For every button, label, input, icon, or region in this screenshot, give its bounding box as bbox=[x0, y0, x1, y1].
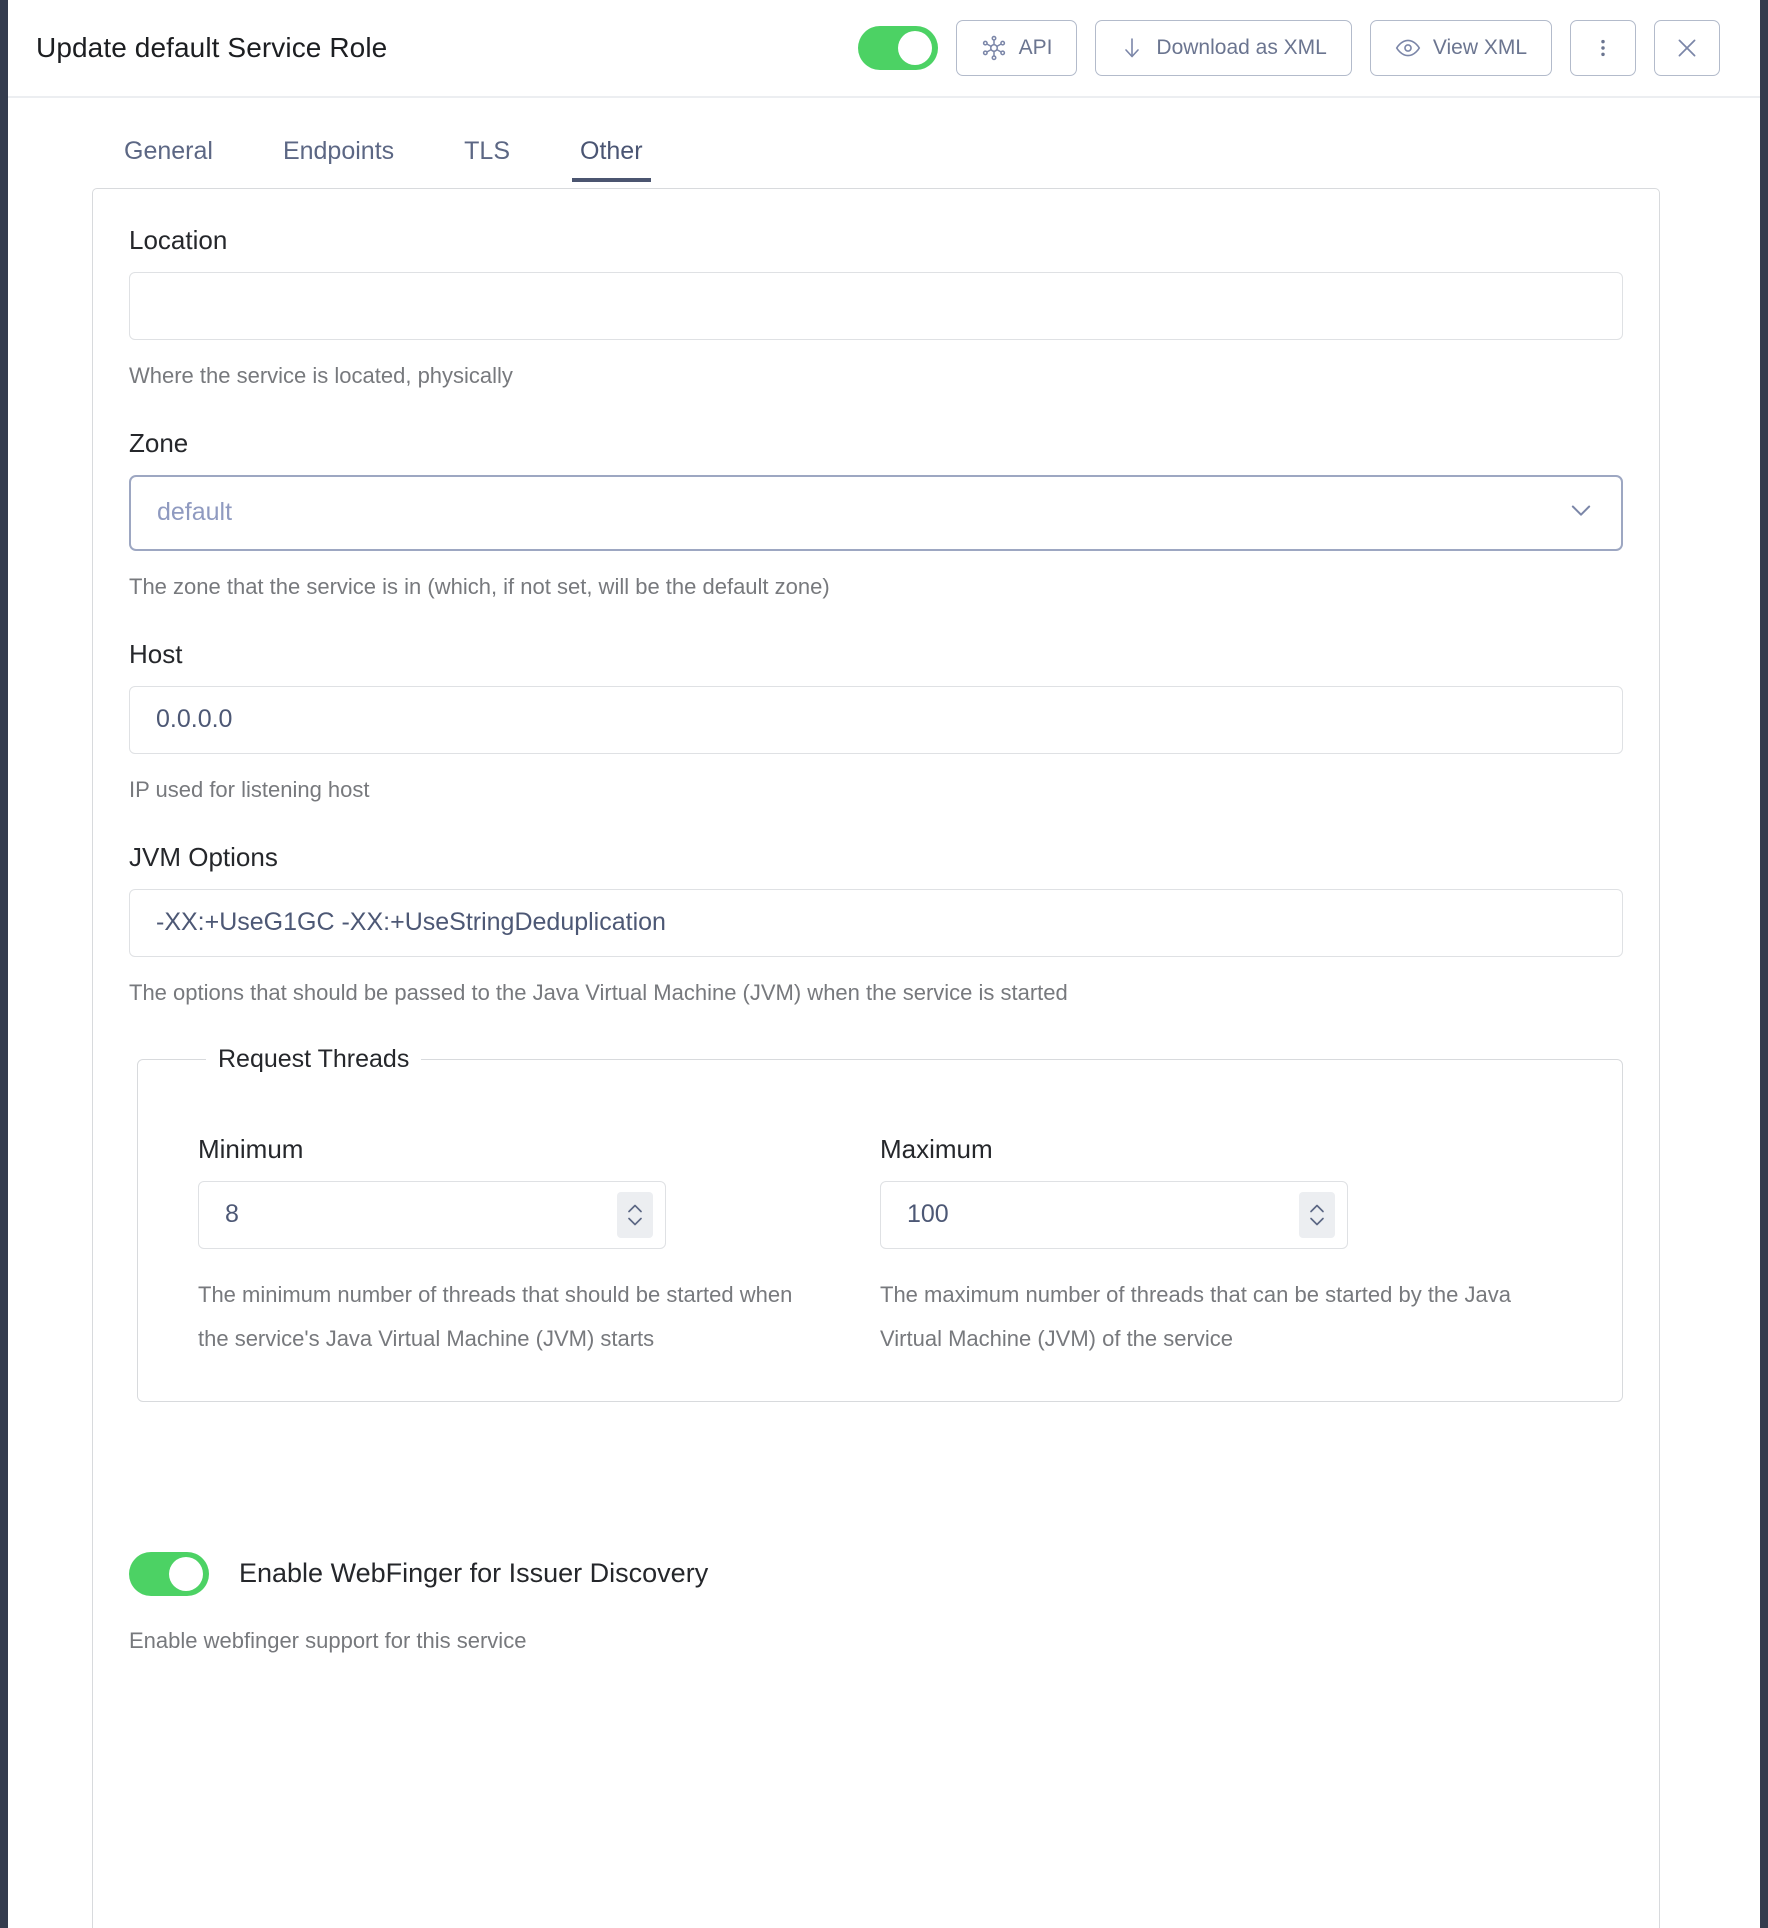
download-xml-button[interactable]: Download as XML bbox=[1095, 20, 1351, 76]
maximum-threads-label: Maximum bbox=[880, 1134, 1562, 1165]
tab-other[interactable]: Other bbox=[572, 139, 651, 182]
dialog-header: Update default Service Role bbox=[8, 0, 1760, 98]
minimum-threads-input[interactable]: 8 bbox=[198, 1181, 666, 1249]
minimum-threads-stepper[interactable] bbox=[617, 1192, 653, 1238]
jvm-options-input[interactable] bbox=[129, 889, 1623, 957]
api-button-label: API bbox=[1019, 36, 1053, 60]
page-title: Update default Service Role bbox=[36, 32, 387, 64]
chevron-down-icon bbox=[1567, 496, 1595, 529]
webfinger-label: Enable WebFinger for Issuer Discovery bbox=[239, 1558, 708, 1589]
jvm-options-help: The options that should be passed to the… bbox=[129, 977, 1623, 1009]
host-label: Host bbox=[129, 639, 1623, 670]
toggle-knob bbox=[169, 1557, 203, 1591]
tab-tls[interactable]: TLS bbox=[456, 139, 518, 182]
kebab-menu-icon bbox=[1592, 35, 1614, 61]
zone-select[interactable]: default bbox=[129, 475, 1623, 551]
tab-general[interactable]: General bbox=[116, 139, 221, 182]
webfinger-help: Enable webfinger support for this servic… bbox=[129, 1628, 1623, 1654]
header-actions: API Download as XML Vi bbox=[858, 20, 1720, 76]
maximum-threads-value: 100 bbox=[907, 1200, 949, 1229]
host-field: Host IP used for listening host bbox=[129, 639, 1623, 806]
window-edge-left bbox=[0, 0, 8, 1928]
location-help: Where the service is located, physically bbox=[129, 360, 1623, 392]
dialog-window: Update default Service Role bbox=[8, 0, 1760, 1928]
host-help: IP used for listening host bbox=[129, 774, 1623, 806]
download-xml-button-label: Download as XML bbox=[1156, 36, 1326, 60]
api-button[interactable]: API bbox=[956, 20, 1078, 76]
minimum-threads-value: 8 bbox=[225, 1200, 239, 1229]
close-icon bbox=[1674, 35, 1700, 61]
location-field: Location Where the service is located, p… bbox=[129, 225, 1623, 392]
more-options-button[interactable] bbox=[1570, 20, 1636, 76]
service-enabled-toggle[interactable] bbox=[858, 26, 938, 70]
request-threads-legend: Request Threads bbox=[206, 1045, 421, 1074]
eye-icon bbox=[1395, 35, 1421, 61]
host-input[interactable] bbox=[129, 686, 1623, 754]
maximum-threads-help: The maximum number of threads that can b… bbox=[880, 1273, 1540, 1361]
minimum-threads-field: Minimum 8 The minimum number of threads … bbox=[198, 1134, 880, 1361]
minimum-threads-label: Minimum bbox=[198, 1134, 794, 1165]
zone-field: Zone default The zone that the service i… bbox=[129, 428, 1623, 603]
zone-label: Zone bbox=[129, 428, 1623, 459]
network-hub-icon bbox=[981, 35, 1007, 61]
maximum-threads-input[interactable]: 100 bbox=[880, 1181, 1348, 1249]
view-xml-button[interactable]: View XML bbox=[1370, 20, 1552, 76]
request-threads-grid: Minimum 8 The minimum number of threads … bbox=[198, 1134, 1562, 1361]
jvm-options-field: JVM Options The options that should be p… bbox=[129, 842, 1623, 1009]
arrow-down-icon bbox=[1120, 35, 1144, 61]
zone-help: The zone that the service is in (which, … bbox=[129, 571, 1623, 603]
webfinger-toggle-row: Enable WebFinger for Issuer Discovery bbox=[129, 1552, 1623, 1596]
tab-endpoints[interactable]: Endpoints bbox=[275, 139, 402, 182]
tab-bar: General Endpoints TLS Other bbox=[8, 98, 1760, 182]
toggle-knob bbox=[898, 31, 932, 65]
zone-select-value: default bbox=[157, 498, 232, 527]
settings-card: Location Where the service is located, p… bbox=[92, 188, 1660, 1928]
minimum-threads-help: The minimum number of threads that shoul… bbox=[198, 1273, 794, 1361]
request-threads-fieldset: Request Threads Minimum 8 The minimum nu… bbox=[137, 1045, 1623, 1402]
jvm-options-label: JVM Options bbox=[129, 842, 1623, 873]
location-input[interactable] bbox=[129, 272, 1623, 340]
maximum-threads-field: Maximum 100 The maximum number of thread… bbox=[880, 1134, 1562, 1361]
view-xml-button-label: View XML bbox=[1433, 36, 1527, 60]
location-label: Location bbox=[129, 225, 1623, 256]
webfinger-toggle[interactable] bbox=[129, 1552, 209, 1596]
close-button[interactable] bbox=[1654, 20, 1720, 76]
window-edge-right bbox=[1760, 0, 1768, 1928]
maximum-threads-stepper[interactable] bbox=[1299, 1192, 1335, 1238]
